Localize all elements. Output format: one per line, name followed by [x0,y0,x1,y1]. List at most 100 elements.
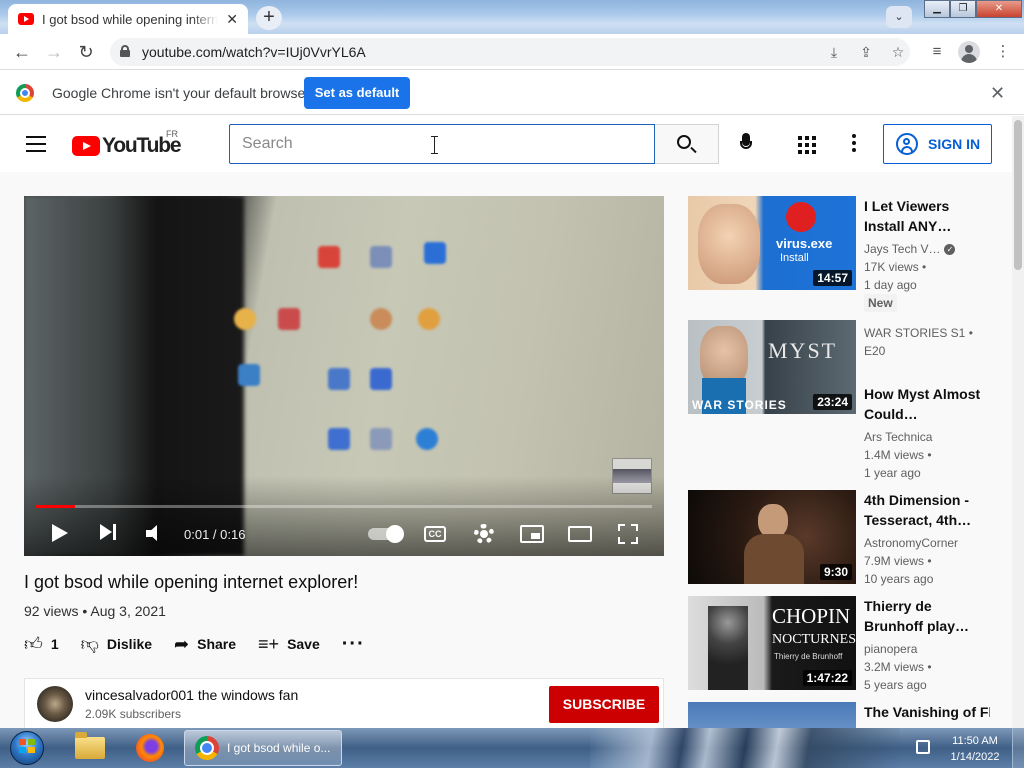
folder-icon [75,732,105,759]
recommendation-thumbnail[interactable]: 9:30 [688,490,856,584]
recommendation-item[interactable]: MYST WAR STORIES 23:24 WAR STORIES S1 • … [688,320,1008,480]
search-box[interactable] [229,124,655,164]
recommendation-item[interactable]: The Vanishing of Flight 370 [688,702,1008,728]
body-image [744,534,804,584]
save-label: Save [287,636,320,652]
dislike-label: Dislike [106,636,153,652]
channel-name[interactable]: vincesalvador001 the windows fan [85,687,298,703]
window-close-button[interactable]: ✕ [976,0,1022,18]
system-clock[interactable]: 11:50 AM 1/14/2022 [942,733,1008,765]
settings-gear-icon[interactable] [474,524,494,544]
volume-icon[interactable] [146,525,166,543]
progress-fill [36,505,75,508]
search-icon [677,135,691,149]
player-controls: 0:01 / 0:16 CC [24,516,664,552]
recommendation-title[interactable]: 4th Dimension - Tesseract, 4th… [864,490,990,530]
subscribe-button[interactable]: SUBSCRIBE [549,686,659,723]
show-desktop-button[interactable] [1012,728,1024,768]
channel-name: Jays Tech V… [864,242,941,256]
profile-avatar-icon[interactable] [958,41,980,63]
hamburger-menu-icon[interactable] [26,136,46,152]
sign-in-button[interactable]: SIGN IN [883,124,992,164]
video-title: I got bsod while opening internet explor… [24,572,359,592]
recommendation-title[interactable]: I Let Viewers Install ANY… [864,196,990,236]
recommendation-age: 1 year ago [864,466,921,480]
play-icon[interactable] [52,524,68,542]
tab-title: I got bsod while opening interne [42,11,218,27]
taskbar-chrome[interactable]: I got bsod while o... [184,730,342,766]
tab-close-icon[interactable]: ✕ [226,11,238,28]
playlist-add-icon: ≡+ [258,633,280,654]
theater-mode-icon[interactable] [568,526,592,542]
bookmark-star-icon[interactable]: ☆ [888,42,908,62]
duration-badge: 23:24 [813,394,852,410]
back-arrow-icon[interactable]: ← [10,40,34,64]
autoplay-toggle[interactable] [368,525,404,543]
media-queue-icon[interactable]: ≡ [926,42,948,62]
youtube-desktop-icon [318,246,340,268]
dislike-button[interactable]: 👎︎ Dislike [81,633,152,655]
captions-icon[interactable]: CC [424,526,446,542]
chrome-menu-icon[interactable]: ⋮ [992,42,1014,62]
windows-taskbar: I got bsod while o... 11:50 AM 1/14/2022 [0,728,1024,768]
progress-bar[interactable] [36,505,652,508]
search-button[interactable] [655,124,719,164]
page-scrollbar[interactable] [1012,116,1024,728]
channel-avatar[interactable] [37,686,73,722]
desktop-icon [370,308,392,330]
share-icon[interactable]: ⇪ [856,42,876,62]
windows-desktop-icon [370,368,392,390]
save-button[interactable]: ≡+ Save [258,634,320,655]
microphone-icon[interactable] [740,133,752,155]
infobar-close-icon[interactable]: ✕ [990,83,1005,104]
channel-card: vincesalvador001 the windows fan 2.09K s… [24,678,664,728]
tab-search-button[interactable]: ⌄ [886,6,912,28]
settings-more-icon[interactable] [852,134,856,154]
new-tab-button[interactable]: + [256,6,282,30]
fullscreen-icon[interactable] [618,524,638,544]
recommendation-item[interactable]: CHOPIN NOCTURNES Thierry de Brunhoff 1:4… [688,596,1008,696]
apps-grid-icon[interactable] [798,136,816,154]
url-text[interactable]: youtube.com/watch?v=IUj0VvrYL6A [142,44,366,60]
recommendation-title[interactable]: The Vanishing of Flight 370 [864,702,990,722]
ie-desktop-icon [416,428,438,450]
recommendation-thumbnail[interactable]: CHOPIN NOCTURNES Thierry de Brunhoff 1:4… [688,596,856,690]
thumb-subtext: Install [780,252,809,264]
start-button[interactable] [4,728,48,768]
video-player[interactable]: 0:01 / 0:16 CC [24,196,664,556]
recommendation-title[interactable]: Thierry de Brunhoff play… [864,596,990,636]
recommendation-title[interactable]: How Myst Almost Could… [864,384,990,424]
recommendation-item[interactable]: virus.exe Install 14:57 I Let Viewers In… [688,196,1008,312]
lock-icon[interactable] [120,45,130,57]
minimize-button[interactable]: ▁ [924,0,950,18]
miniplayer-icon[interactable] [520,525,544,543]
share-button[interactable]: ➦ Share [174,634,236,655]
thumbs-up-icon: 👍︎ [24,634,43,654]
recommendation-thumbnail[interactable]: virus.exe Install 14:57 [688,196,856,290]
recommendation-channel: Jays Tech V… ✓ [864,240,956,258]
recommendation-thumbnail[interactable]: MYST WAR STORIES 23:24 [688,320,856,414]
virus-icon [786,202,816,232]
desktop-icon [328,368,350,390]
recommendation-item[interactable]: 9:30 4th Dimension - Tesseract, 4th… Ast… [688,490,1008,590]
taskbar-firefox[interactable] [124,730,176,766]
search-input[interactable] [230,125,654,163]
thumb-subtext: Thierry de Brunhoff [774,652,843,661]
address-bar[interactable]: youtube.com/watch?v=IUj0VvrYL6A ⤓ ⇪ ☆ [110,38,910,66]
recommendation-thumbnail[interactable] [688,702,856,728]
youtube-logo[interactable]: YouTube [72,134,182,158]
forward-arrow-icon[interactable]: → [42,40,66,64]
thumb-text: MYST [768,338,838,363]
browser-tab[interactable]: I got bsod while opening interne ✕ [8,4,248,34]
install-icon[interactable]: ⤓ [824,42,844,62]
set-as-default-button[interactable]: Set as default [304,77,410,109]
chrome-logo-icon [16,84,34,102]
reload-icon[interactable]: ↻ [74,40,98,64]
scrollbar-thumb[interactable] [1014,120,1022,270]
like-button[interactable]: 👍︎ 1 [24,633,59,655]
taskbar-explorer[interactable] [64,730,116,766]
maximize-button[interactable]: ❐ [950,0,976,18]
next-icon[interactable] [100,524,118,542]
network-tray-icon[interactable] [916,740,930,754]
more-actions-button[interactable]: ··· [342,633,365,656]
